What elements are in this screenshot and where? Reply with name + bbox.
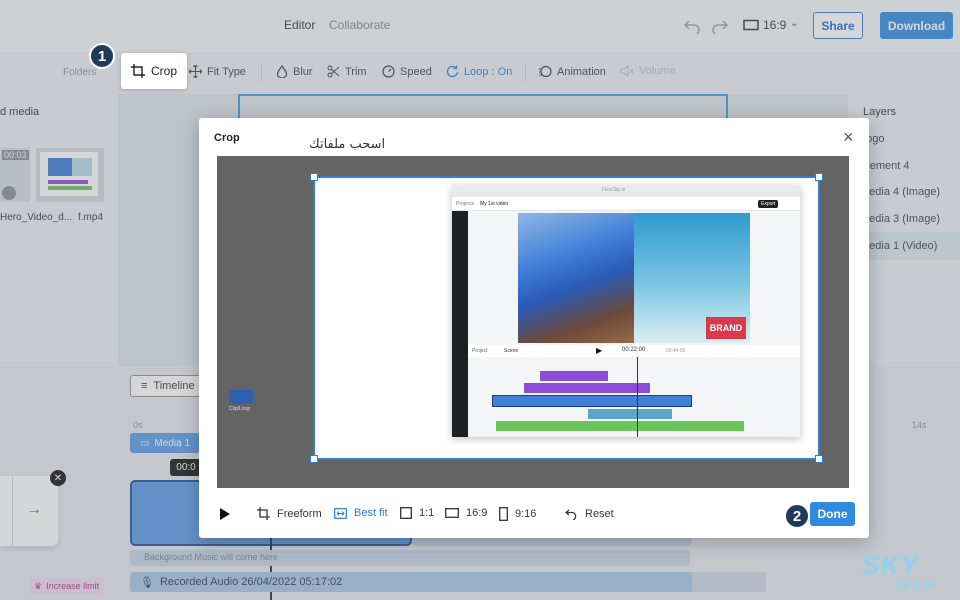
preview-playhead [637,357,638,437]
preview-brand-badge: BRAND [706,317,746,339]
crop-label: Crop [150,64,177,78]
preview-screenshot: FlexClip.io Projects My 1st video Export… [452,185,800,437]
preview-image-smoke [518,213,634,343]
square-icon [400,507,412,519]
crop-handle-top-right[interactable] [815,173,823,181]
done-button[interactable]: Done [810,502,855,526]
crop-button[interactable]: Crop [121,53,187,89]
preview-track-purple [524,383,650,393]
crop-modal-title: Crop [214,132,240,144]
preview-video-name: My 1st video [480,201,509,207]
reset-button[interactable]: Reset [565,507,614,520]
watermark-line1: SKY [862,550,919,580]
arabic-caption: اسحب ملفاتك [309,137,386,152]
crop-handle-bottom-right[interactable] [815,455,823,463]
freeform-label: Freeform [277,507,322,520]
crop-stage: Clip/Loop FlexClip.io Projects My 1st vi… [217,156,849,488]
best-fit-icon [334,507,347,519]
skytech-watermark-logo: SKY TECH [862,550,954,594]
watermark-line2: TECH [894,578,935,592]
crop-modal: Crop اسحب ملفاتك × Clip/Loop FlexClip.io… [199,118,869,538]
preview-url: FlexClip.io [602,187,626,193]
best-fit-label: Best fit [354,507,388,519]
preview-header: Projects My 1st video Export [452,197,800,211]
play-button[interactable] [219,507,231,521]
preview-project-label: Project [472,348,488,354]
close-icon[interactable]: × [843,128,854,146]
crop-icon [130,64,145,78]
crop-handle-bottom-left[interactable] [310,455,318,463]
crop-option-1-1[interactable]: 1:1 [400,507,434,519]
ratio-1-1-label: 1:1 [419,507,435,519]
reset-icon [565,509,577,520]
clip-thumbnail-label: Clip/Loop [229,406,251,412]
step-badge-1: 1 [89,43,115,69]
landscape-icon [445,508,459,518]
crop-option-best-fit[interactable]: Best fit [334,507,388,519]
ratio-16-9-label: 16:9 [466,507,488,519]
crop-frame[interactable]: FlexClip.io Projects My 1st video Export… [310,173,823,463]
crop-option-freeform[interactable]: Freeform [257,507,322,520]
freeform-crop-icon [257,507,270,520]
crop-option-9-16[interactable]: 9:16 [499,507,536,521]
clip-thumbnail [229,390,253,404]
crop-option-16-9[interactable]: 16:9 [445,507,487,519]
reset-label: Reset [585,507,614,520]
preview-time-total: 00:44:00 [666,348,686,354]
play-icon [220,508,230,520]
preview-time-current: 00:22:00 [622,347,646,353]
preview-projects: Projects [456,201,475,207]
preview-image-sky: BRAND [634,213,750,343]
preview-scene: Scene [504,348,519,354]
preview-track-teal [588,409,672,419]
preview-track-purple [540,371,608,381]
portrait-icon [499,507,508,521]
preview-play-icon: ▶ [596,346,603,355]
preview-sidebar [452,211,468,437]
preview-controls: Project Scene ▶ 00:22:00 00:44:00 [468,345,800,357]
preview-track-audio [496,421,744,431]
preview-browser-bar: FlexClip.io [452,185,800,197]
ratio-9-16-label: 9:16 [515,508,537,520]
preview-export: Export [758,200,779,208]
preview-track-video [492,395,692,407]
step-badge-2: 2 [784,503,810,529]
crop-handle-top-left[interactable] [310,173,318,181]
